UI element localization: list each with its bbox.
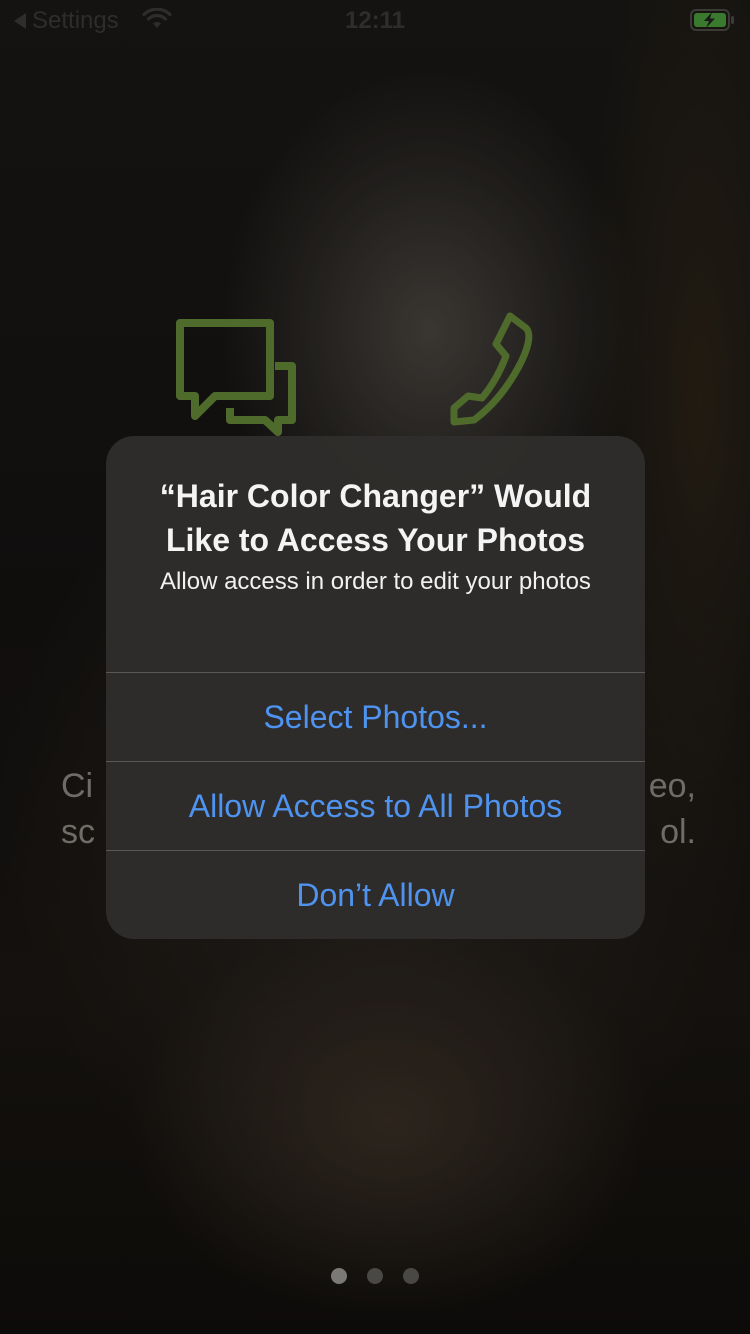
phone-icon: [450, 312, 533, 426]
alert-message: Allow access in order to edit your photo…: [160, 568, 591, 595]
page-indicator: [0, 1268, 750, 1284]
status-bar: Settings 12:11: [0, 0, 750, 40]
status-time: 12:11: [344, 7, 406, 34]
background-text-right: eo, ol.: [648, 767, 696, 851]
page-dot: [403, 1268, 419, 1284]
screen: Settings 12:11 Ci sc eo, ol. “Hair Color C…: [0, 0, 750, 1334]
dont-allow-button[interactable]: Don’t Allow: [106, 851, 645, 939]
photos-permission-alert: “Hair Color Changer” Would Like to Acces…: [106, 436, 645, 939]
allow-all-photos-button[interactable]: Allow Access to All Photos: [106, 762, 645, 850]
battery-charging-icon: [690, 9, 734, 31]
alert-title: “Hair Color Changer” Would Like to Acces…: [159, 478, 592, 558]
page-dot-active: [331, 1268, 347, 1284]
page-dot: [367, 1268, 383, 1284]
select-photos-button[interactable]: Select Photos...: [106, 673, 645, 761]
chat-bubbles-icon: [176, 319, 296, 436]
